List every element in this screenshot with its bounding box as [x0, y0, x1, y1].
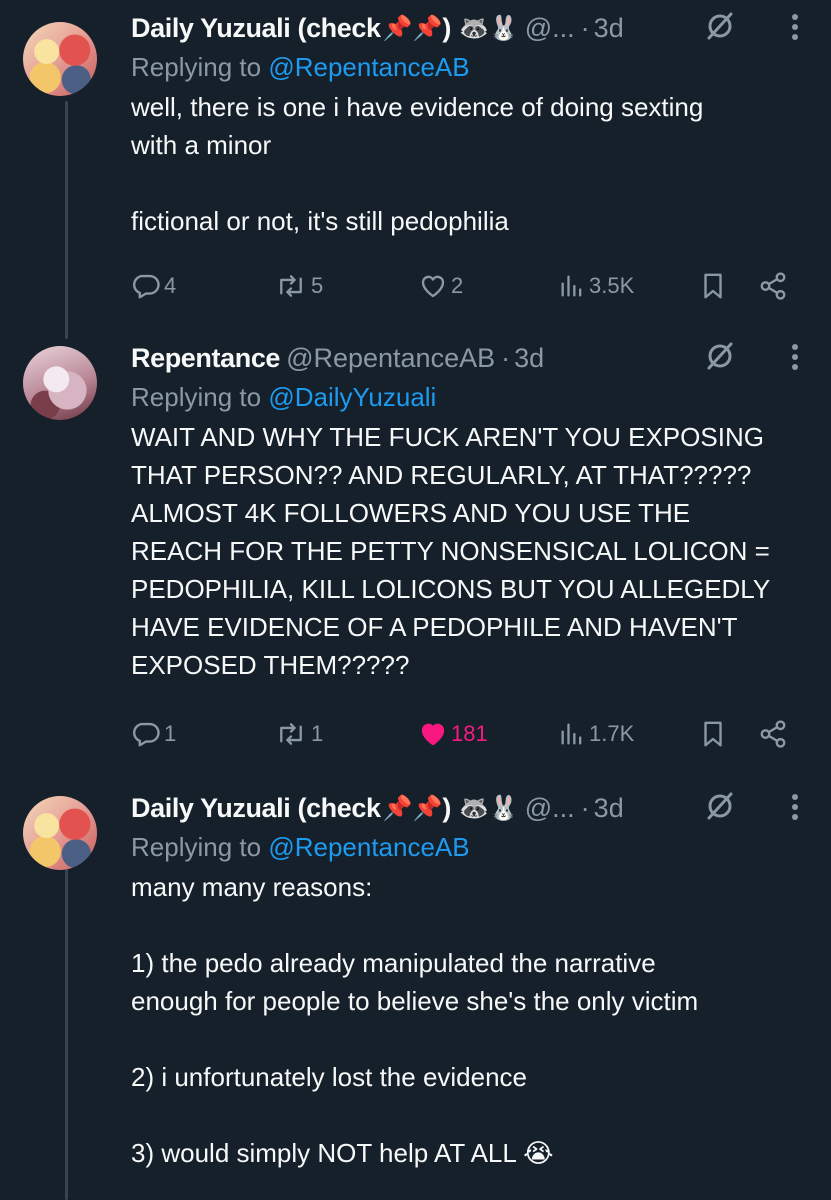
replying-to: Replying to @RepentanceAB: [131, 48, 801, 86]
more-icon[interactable]: [789, 12, 801, 42]
share-icon: [760, 720, 786, 748]
like-button[interactable]: 2: [418, 266, 463, 306]
share-button[interactable]: [758, 714, 788, 754]
share-icon: [760, 272, 786, 300]
replying-to-handle[interactable]: @RepentanceAB: [268, 52, 469, 82]
bookmark-button[interactable]: [698, 714, 728, 754]
display-name-suffix: ): [442, 792, 451, 823]
reply-button[interactable]: 4: [131, 266, 176, 306]
avatar[interactable]: [23, 346, 97, 420]
thread-line-1: [65, 101, 68, 339]
badge-emoji: 🦝🐰: [458, 14, 519, 42]
tweet-header: Repentance @RepentanceAB · 3d: [131, 338, 801, 378]
avatar[interactable]: [23, 22, 97, 96]
repost-count: 1: [311, 721, 324, 746]
grok-icon[interactable]: [704, 10, 736, 42]
views-count: 1.7K: [589, 721, 635, 746]
timestamp[interactable]: 3d: [594, 793, 624, 824]
display-name-suffix: ): [442, 12, 451, 43]
reply-icon: [133, 274, 160, 299]
views-icon: [561, 275, 582, 297]
replying-to: Replying to @DailyYuzuali: [131, 378, 801, 416]
more-icon[interactable]: [789, 342, 801, 372]
replying-to-handle[interactable]: @RepentanceAB: [268, 832, 469, 862]
timestamp[interactable]: 3d: [514, 343, 544, 374]
reply-count: 4: [164, 273, 177, 298]
like-count: 2: [451, 273, 464, 298]
share-button[interactable]: [758, 266, 788, 306]
like-button[interactable]: 181: [418, 714, 488, 754]
repost-count: 5: [311, 273, 324, 298]
replying-to-handle[interactable]: @DailyYuzuali: [268, 382, 436, 412]
bookmark-icon: [704, 273, 722, 299]
tweet-text: well, there is one i have evidence of do…: [131, 92, 704, 236]
repost-button[interactable]: 5: [274, 266, 323, 306]
replying-prefix: Replying to: [131, 832, 262, 862]
separator: ·: [501, 342, 511, 373]
views-button[interactable]: 1.7K: [558, 714, 634, 754]
repost-button[interactable]: 1: [274, 714, 323, 754]
grok-icon[interactable]: [704, 790, 736, 822]
pin-emoji: 📌📌: [382, 14, 443, 42]
grok-icon[interactable]: [704, 340, 736, 372]
views-button[interactable]: 3.5K: [558, 266, 634, 306]
tweet-header: Daily Yuzuali (check 📌📌 ) 🦝🐰 @... · 3d: [131, 8, 801, 48]
handle[interactable]: @...: [525, 13, 575, 44]
action-bar: 4 5 2 3.5K: [131, 266, 801, 306]
display-name[interactable]: Daily Yuzuali (check: [131, 13, 381, 44]
avatar[interactable]: [23, 796, 97, 870]
tweet-text: WAIT AND WHY THE FUCK AREN'T YOU EXPOSIN…: [131, 422, 771, 680]
timestamp[interactable]: 3d: [594, 13, 624, 44]
action-bar: 1 1 181 1.7K: [131, 714, 801, 754]
separator: ·: [580, 792, 590, 823]
separator: ·: [580, 12, 590, 43]
more-icon[interactable]: [789, 792, 801, 822]
tweet-header: Daily Yuzuali (check 📌📌 ) 🦝🐰 @... · 3d: [131, 788, 801, 828]
views-count: 3.5K: [589, 273, 635, 298]
display-name[interactable]: Daily Yuzuali (check: [131, 793, 381, 824]
repost-icon: [280, 723, 302, 745]
repost-icon: [280, 275, 302, 297]
replying-prefix: Replying to: [131, 52, 262, 82]
heart-icon: [421, 723, 445, 746]
bookmark-icon: [704, 721, 722, 747]
heart-icon: [421, 275, 445, 298]
replying-to: Replying to @RepentanceAB: [131, 828, 801, 866]
like-count: 181: [451, 721, 488, 746]
badge-emoji: 🦝🐰: [458, 794, 519, 822]
views-icon: [561, 723, 582, 745]
replying-prefix: Replying to: [131, 382, 262, 412]
display-name[interactable]: Repentance: [131, 343, 280, 374]
handle[interactable]: @...: [525, 793, 575, 824]
handle[interactable]: @RepentanceAB: [286, 343, 495, 374]
bookmark-button[interactable]: [698, 266, 728, 306]
thread-line-2: [65, 865, 68, 1200]
tweet-text: many many reasons: 1) the pedo already m…: [131, 872, 699, 1168]
pin-emoji: 📌📌: [382, 794, 443, 822]
reply-count: 1: [164, 721, 177, 746]
reply-icon: [133, 722, 160, 747]
reply-button[interactable]: 1: [131, 714, 176, 754]
